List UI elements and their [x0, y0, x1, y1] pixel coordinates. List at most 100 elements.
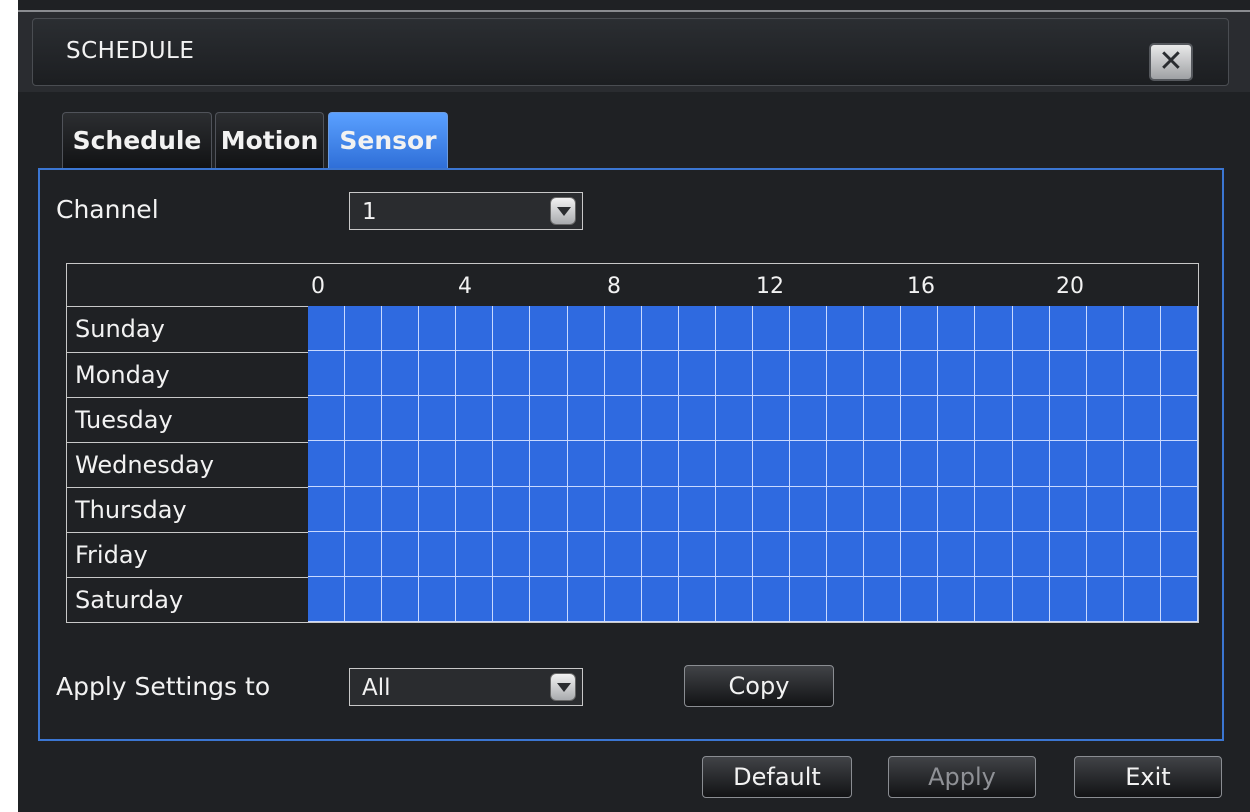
schedule-slot[interactable]: [530, 351, 568, 397]
schedule-slot[interactable]: [1160, 396, 1198, 442]
schedule-slot[interactable]: [567, 486, 605, 532]
schedule-slot[interactable]: [790, 351, 828, 397]
schedule-slot[interactable]: [975, 531, 1013, 577]
schedule-slot[interactable]: [567, 576, 605, 622]
schedule-slot[interactable]: [827, 396, 865, 442]
schedule-slot[interactable]: [1123, 486, 1161, 532]
schedule-slot[interactable]: [678, 306, 716, 352]
schedule-slot[interactable]: [827, 441, 865, 487]
schedule-slot[interactable]: [790, 531, 828, 577]
schedule-slot[interactable]: [641, 486, 679, 532]
schedule-slot[interactable]: [382, 531, 420, 577]
schedule-slot[interactable]: [345, 396, 383, 442]
schedule-slot[interactable]: [864, 441, 902, 487]
apply-settings-select[interactable]: All: [349, 668, 583, 706]
schedule-slot[interactable]: [345, 576, 383, 622]
schedule-slot[interactable]: [530, 486, 568, 532]
schedule-slot[interactable]: [382, 441, 420, 487]
schedule-slot[interactable]: [567, 531, 605, 577]
schedule-slot[interactable]: [1012, 486, 1050, 532]
schedule-slot[interactable]: [604, 531, 642, 577]
schedule-slot[interactable]: [864, 396, 902, 442]
schedule-slot[interactable]: [604, 396, 642, 442]
schedule-slot[interactable]: [975, 351, 1013, 397]
schedule-slot[interactable]: [715, 531, 753, 577]
schedule-slot[interactable]: [1086, 576, 1124, 622]
schedule-slot[interactable]: [864, 486, 902, 532]
schedule-slot[interactable]: [345, 531, 383, 577]
schedule-slot[interactable]: [1086, 486, 1124, 532]
chevron-down-icon[interactable]: [550, 197, 576, 225]
schedule-slot[interactable]: [530, 306, 568, 352]
schedule-slot[interactable]: [975, 306, 1013, 352]
schedule-slot[interactable]: [1160, 486, 1198, 532]
schedule-slots[interactable]: [308, 306, 1198, 622]
schedule-slot[interactable]: [938, 531, 976, 577]
schedule-slot[interactable]: [901, 306, 939, 352]
schedule-slot[interactable]: [975, 576, 1013, 622]
schedule-slot[interactable]: [382, 486, 420, 532]
schedule-slot[interactable]: [567, 396, 605, 442]
schedule-slot[interactable]: [1160, 441, 1198, 487]
schedule-slot[interactable]: [1049, 351, 1087, 397]
schedule-slot[interactable]: [938, 306, 976, 352]
schedule-slot[interactable]: [790, 306, 828, 352]
schedule-slot[interactable]: [641, 306, 679, 352]
schedule-slot[interactable]: [715, 306, 753, 352]
schedule-slot[interactable]: [308, 306, 346, 352]
schedule-slot[interactable]: [604, 486, 642, 532]
schedule-slot[interactable]: [975, 441, 1013, 487]
schedule-slot[interactable]: [456, 306, 494, 352]
chevron-down-icon[interactable]: [550, 673, 576, 701]
schedule-slot[interactable]: [1049, 306, 1087, 352]
schedule-slot[interactable]: [678, 441, 716, 487]
schedule-slot[interactable]: [678, 576, 716, 622]
schedule-slot[interactable]: [715, 351, 753, 397]
schedule-slot[interactable]: [456, 576, 494, 622]
schedule-slot[interactable]: [864, 306, 902, 352]
schedule-slot[interactable]: [938, 396, 976, 442]
schedule-slot[interactable]: [827, 531, 865, 577]
schedule-slot[interactable]: [678, 396, 716, 442]
close-button[interactable]: ✕: [1149, 43, 1193, 81]
schedule-slot[interactable]: [419, 396, 457, 442]
schedule-slot[interactable]: [419, 351, 457, 397]
schedule-slot[interactable]: [1049, 396, 1087, 442]
schedule-slot[interactable]: [493, 531, 531, 577]
schedule-slot[interactable]: [604, 441, 642, 487]
schedule-slot[interactable]: [641, 531, 679, 577]
schedule-slot[interactable]: [752, 576, 791, 622]
schedule-slot[interactable]: [938, 486, 976, 532]
schedule-slot[interactable]: [678, 351, 716, 397]
schedule-slot[interactable]: [715, 396, 753, 442]
schedule-slot[interactable]: [493, 351, 531, 397]
schedule-slot[interactable]: [308, 531, 346, 577]
schedule-slot[interactable]: [901, 486, 939, 532]
schedule-slot[interactable]: [827, 306, 865, 352]
schedule-slot[interactable]: [493, 486, 531, 532]
schedule-slot[interactable]: [419, 486, 457, 532]
schedule-slot[interactable]: [1012, 576, 1050, 622]
schedule-slot[interactable]: [752, 441, 791, 487]
schedule-slot[interactable]: [1160, 306, 1198, 352]
schedule-slot[interactable]: [715, 486, 753, 532]
schedule-slot[interactable]: [864, 351, 902, 397]
schedule-slot[interactable]: [419, 306, 457, 352]
schedule-slot[interactable]: [901, 441, 939, 487]
schedule-slot[interactable]: [493, 306, 531, 352]
schedule-slot[interactable]: [456, 441, 494, 487]
schedule-slot[interactable]: [938, 576, 976, 622]
schedule-slot[interactable]: [456, 531, 494, 577]
schedule-slot[interactable]: [901, 531, 939, 577]
schedule-slot[interactable]: [308, 396, 346, 442]
schedule-slot[interactable]: [678, 531, 716, 577]
schedule-slot[interactable]: [752, 306, 791, 352]
tab-motion[interactable]: Motion: [215, 112, 324, 168]
schedule-slot[interactable]: [715, 441, 753, 487]
schedule-slot[interactable]: [1049, 531, 1087, 577]
schedule-slot[interactable]: [308, 441, 346, 487]
exit-button[interactable]: Exit: [1074, 756, 1222, 798]
schedule-slot[interactable]: [308, 351, 346, 397]
schedule-slot[interactable]: [752, 351, 791, 397]
schedule-slot[interactable]: [864, 531, 902, 577]
